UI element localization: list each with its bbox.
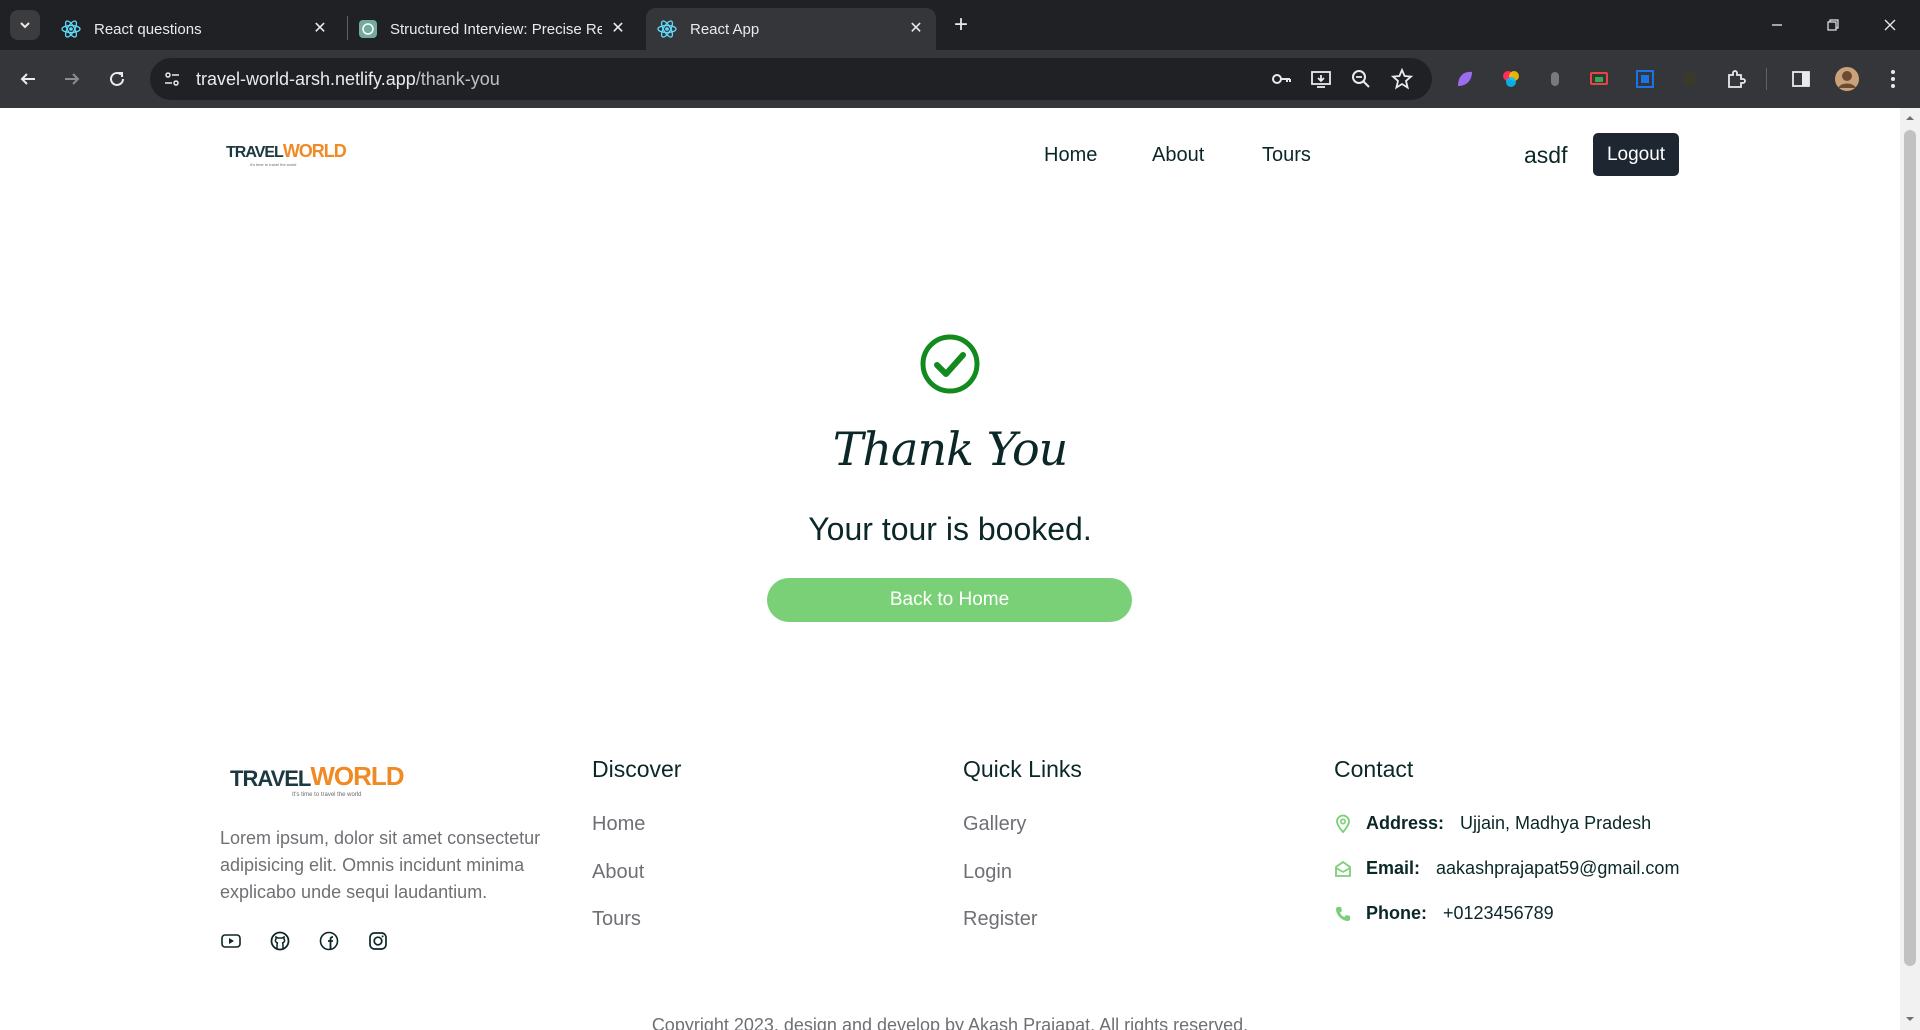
copyright-text: Copyright 2023, design and develop by Ak…: [651, 1015, 1249, 1030]
logo-tagline: It's time to travel the world: [250, 162, 297, 167]
minimize-button[interactable]: [1762, 10, 1792, 40]
nav-tours[interactable]: Tours: [1262, 144, 1311, 167]
restore-button[interactable]: [1818, 10, 1848, 40]
address-label: Address:: [1366, 813, 1445, 833]
url-text: travel-world-arsh.netlify.app/thank-you: [196, 69, 500, 90]
footer-contact-title: Contact: [1334, 756, 1414, 782]
react-icon: [657, 20, 677, 38]
bookmark-star-icon[interactable]: [1387, 64, 1417, 94]
contact-email: Email: aakashprajapat59@gmail.com: [1334, 858, 1679, 879]
address-bar[interactable]: travel-world-arsh.netlify.app/thank-you: [150, 58, 1432, 100]
nav-about[interactable]: About: [1152, 144, 1204, 167]
forward-button[interactable]: [57, 64, 87, 94]
extension-dark-icon[interactable]: [1675, 64, 1705, 94]
install-app-icon[interactable]: [1306, 64, 1336, 94]
logo-word-travel: TRAVEL: [230, 766, 311, 791]
close-icon: [1884, 19, 1896, 31]
email-label: Email:: [1366, 858, 1421, 878]
logo-word-world: WORLD: [310, 761, 404, 791]
arrow-left-icon: [20, 73, 35, 85]
extensions-puzzle-icon[interactable]: [1721, 64, 1751, 94]
browser-chrome: React questions ✕ Structured Interview: …: [0, 0, 1920, 108]
tab-title: React App: [690, 20, 760, 38]
chatgpt-icon: [359, 20, 377, 38]
close-icon[interactable]: ✕: [608, 19, 628, 39]
scroll-up-icon[interactable]: [1905, 113, 1915, 123]
reload-button[interactable]: [102, 64, 132, 94]
extension-colorpicker-icon[interactable]: [1496, 64, 1526, 94]
site-info-icon[interactable]: [162, 69, 182, 89]
logo-tagline: It's time to travel the world: [292, 792, 362, 798]
logo-word-travel: TRAVEL: [226, 144, 284, 161]
extension-screen-icon[interactable]: [1584, 64, 1614, 94]
footer-link-tours[interactable]: Tours: [592, 908, 641, 931]
footer-link-register[interactable]: Register: [963, 908, 1037, 931]
reload-icon: [110, 71, 124, 86]
facebook-icon[interactable]: [318, 930, 340, 952]
tab-title: React questions: [94, 20, 202, 38]
footer-logo[interactable]: TRAVEL WORLD It's time to travel the wor…: [230, 760, 405, 810]
toolbar-divider: [1766, 68, 1767, 90]
check-circle-icon: [920, 334, 980, 394]
url-path: /thank-you: [415, 69, 500, 89]
tab-react-app[interactable]: React App ✕: [646, 8, 936, 50]
tab-title: Structured Interview: Precise Re: [390, 20, 602, 38]
nav-home[interactable]: Home: [1044, 144, 1097, 167]
tab-strip: React questions ✕ Structured Interview: …: [0, 0, 1920, 50]
phone-label: Phone:: [1366, 903, 1427, 923]
tab-structured-interview[interactable]: Structured Interview: Precise Re ✕: [348, 8, 638, 50]
close-icon[interactable]: ✕: [310, 19, 330, 39]
phone-value[interactable]: +0123456789: [1443, 903, 1554, 924]
close-window-button[interactable]: [1875, 10, 1905, 40]
extension-capture-icon[interactable]: [1630, 64, 1660, 94]
booking-message: Your tour is booked.: [808, 511, 1092, 547]
footer-quick-links-title: Quick Links: [963, 756, 1082, 782]
instagram-icon[interactable]: [367, 930, 389, 952]
contact-address: Address: Ujjain, Madhya Pradesh: [1334, 813, 1651, 834]
chevron-down-icon: [20, 22, 30, 29]
react-icon: [61, 20, 81, 38]
scrollbar-thumb[interactable]: [1904, 130, 1916, 966]
extension-gradient-icon[interactable]: [1450, 64, 1480, 94]
back-to-home-button[interactable]: Back to Home: [767, 578, 1132, 622]
side-panel-icon[interactable]: [1786, 64, 1816, 94]
profile-avatar-icon[interactable]: [1832, 64, 1862, 94]
browser-toolbar: travel-world-arsh.netlify.app/thank-you: [0, 50, 1920, 108]
footer-link-home[interactable]: Home: [592, 813, 645, 836]
extension-mouse-icon[interactable]: [1540, 64, 1570, 94]
browser-menu-icon[interactable]: [1878, 64, 1908, 94]
github-icon[interactable]: [269, 930, 291, 952]
footer-link-about[interactable]: About: [592, 861, 644, 884]
zoom-icon[interactable]: [1346, 64, 1376, 94]
minimize-icon: [1772, 24, 1782, 26]
page-scrollbar[interactable]: [1900, 108, 1920, 1030]
back-button[interactable]: [13, 64, 43, 94]
tab-search-button[interactable]: [10, 10, 40, 40]
password-key-icon[interactable]: [1266, 64, 1296, 94]
web-page: TRAVEL WORLD It's time to travel the wor…: [0, 108, 1900, 1030]
location-pin-icon: [1336, 814, 1350, 833]
footer-link-login[interactable]: Login: [963, 861, 1012, 884]
scroll-down-icon[interactable]: [1905, 1014, 1915, 1024]
arrow-right-icon: [65, 73, 80, 85]
close-icon[interactable]: ✕: [906, 19, 926, 39]
new-tab-button[interactable]: +: [946, 10, 976, 40]
header-logo[interactable]: TRAVEL WORLD It's time to travel the wor…: [226, 140, 347, 176]
mail-icon: [1335, 860, 1351, 877]
address-value: Ujjain, Madhya Pradesh: [1460, 813, 1652, 833]
url-host: travel-world-arsh.netlify.app: [196, 69, 416, 89]
phone-icon: [1336, 906, 1350, 921]
footer-link-gallery[interactable]: Gallery: [963, 813, 1026, 836]
footer-discover-title: Discover: [592, 756, 682, 782]
contact-phone: Phone: +0123456789: [1334, 903, 1554, 924]
email-value[interactable]: aakashprajapat59@gmail.com: [1436, 858, 1679, 879]
logo-word-world: WORLD: [282, 141, 347, 161]
logout-button[interactable]: Logout: [1593, 133, 1679, 176]
thank-you-heading: Thank You: [832, 422, 1069, 476]
tab-react-questions[interactable]: React questions ✕: [50, 8, 340, 50]
footer-description: Lorem ipsum, dolor sit amet consectetur …: [220, 828, 541, 902]
youtube-icon[interactable]: [220, 930, 242, 952]
username: asdf: [1524, 142, 1568, 168]
restore-icon: [1827, 19, 1839, 31]
